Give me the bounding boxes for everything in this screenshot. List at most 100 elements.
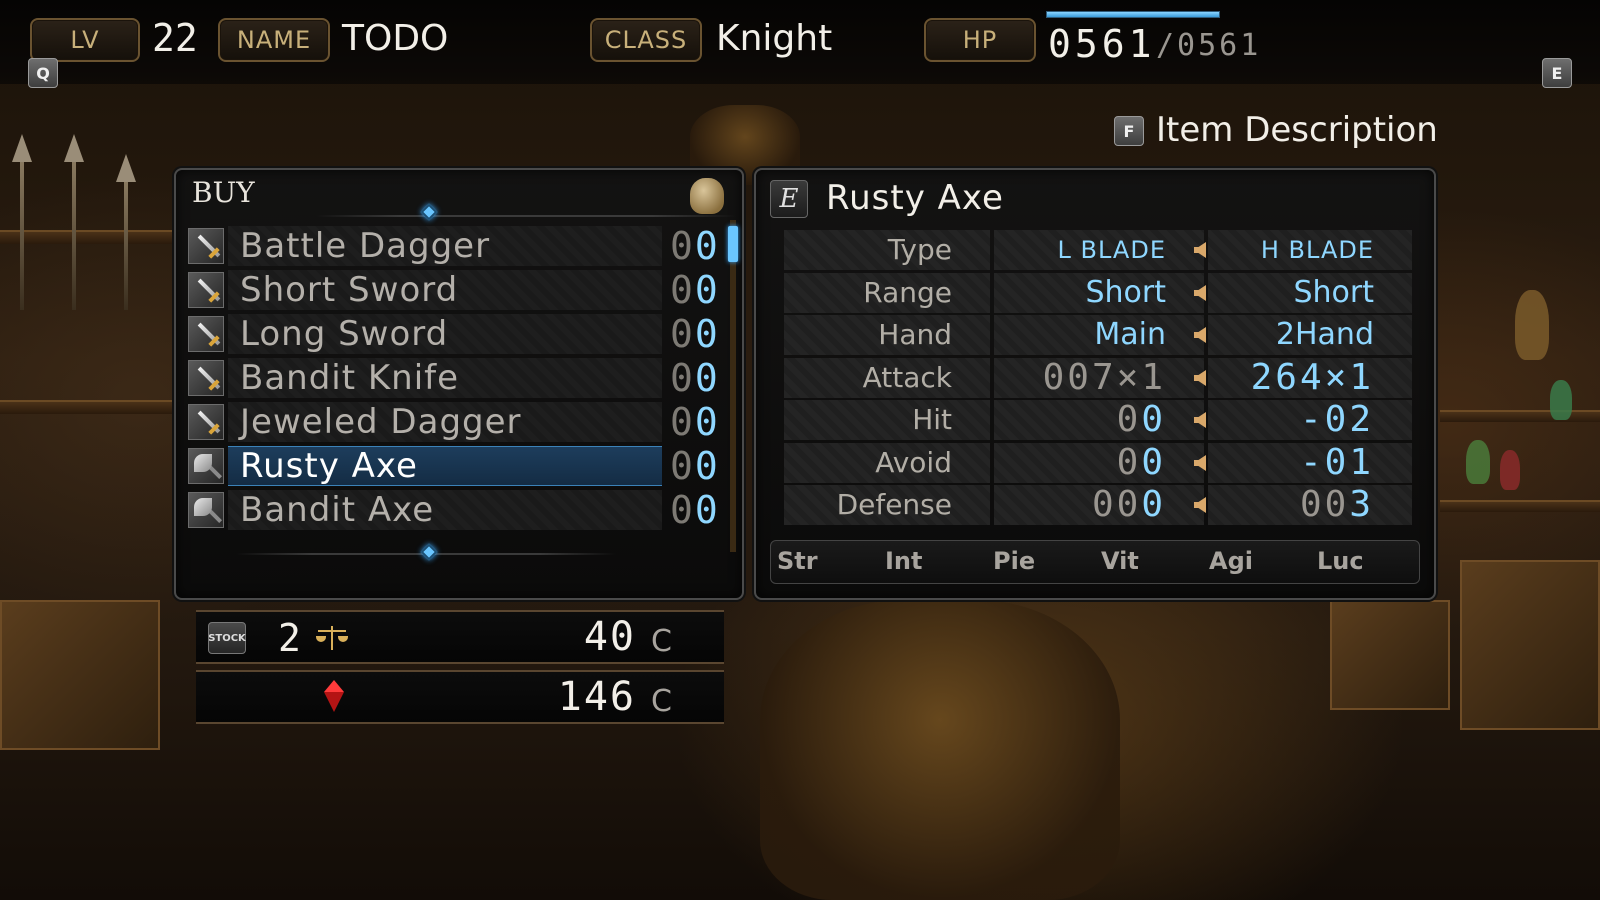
item-name: Jeweled Dagger [240, 402, 522, 442]
compare-arrow-icon [1194, 284, 1206, 301]
axe-head [194, 454, 212, 472]
item-price: 40 [583, 614, 636, 660]
attribute-int: Int [885, 547, 923, 575]
bottle [1550, 380, 1572, 420]
owned-count-digit: 0 [670, 488, 695, 532]
gem-icon [324, 680, 344, 712]
item-name: Long Sword [240, 314, 449, 354]
value-part: 007×1 [1042, 356, 1166, 398]
owned-count-digit: 0 [694, 356, 720, 400]
item-row[interactable]: Bandit Axe 00 [188, 488, 736, 532]
crate [1330, 600, 1450, 710]
stat-label: Type [784, 230, 990, 270]
q-key-button[interactable]: Q [28, 58, 58, 88]
owned-count-digit: 0 [670, 400, 695, 444]
item-description-toggle[interactable]: Item Description [1156, 110, 1438, 150]
new-value: 003 [1208, 485, 1412, 525]
owned-count-digit: 0 [694, 400, 720, 444]
item-row[interactable]: Bandit Knife 00 [188, 356, 736, 400]
value-part: -01 [1299, 441, 1374, 483]
right-shelf-lower [1440, 500, 1600, 512]
current-value: 000 [994, 485, 1204, 525]
compare-arrow-icon [1194, 242, 1206, 258]
class-value: Knight [716, 18, 833, 59]
current-value: Short [994, 272, 1204, 313]
left-shelf [0, 230, 180, 244]
attribute-agi: Agi [1209, 547, 1253, 575]
status-bar: LV 22 NAME TODO CLASS Knight HP 0561 /05… [0, 0, 1600, 88]
owned-count: 00 [670, 444, 720, 488]
owned-count-digit: 0 [670, 312, 695, 356]
stat-row: Hit 00 -02 [784, 400, 1412, 440]
value-part: 0 [1141, 484, 1166, 525]
compare-arrow-icon [1194, 327, 1206, 343]
owned-count-digit: 0 [670, 356, 695, 400]
scale-pan [338, 636, 348, 642]
knife-icon [188, 360, 224, 396]
dagger-icon [188, 228, 224, 264]
new-value: -01 [1208, 441, 1412, 483]
stat-row: Defense 000 003 [784, 485, 1412, 525]
lv-tag: LV [30, 18, 140, 62]
buy-title: BUY [192, 176, 255, 209]
stat-row: Type L BLADE H BLADE [784, 230, 1412, 270]
bottle [1500, 450, 1520, 490]
hp-max: /0561 [1156, 28, 1262, 63]
spear-rack [116, 154, 136, 310]
value-text: Main [1094, 317, 1166, 352]
axe-icon [188, 448, 224, 484]
value-part: 0 [1116, 399, 1142, 440]
e-key-button[interactable]: E [1542, 58, 1572, 88]
f-key-button[interactable]: F [1114, 116, 1144, 146]
crate [0, 600, 160, 750]
scroll-up-indicator[interactable] [420, 203, 438, 221]
attribute-bar: Str Int Pie Vit Agi Luc [770, 540, 1420, 584]
dagger-icon [188, 404, 224, 440]
crate [1460, 560, 1600, 730]
stat-label: Defense [784, 485, 990, 525]
owned-count: 00 [670, 268, 720, 312]
value-part: 0 [1141, 399, 1166, 440]
player-funds: 146 [557, 674, 636, 720]
owned-count: 00 [670, 488, 720, 532]
top-divider [316, 215, 736, 217]
item-name: Bandit Knife [240, 358, 460, 398]
new-value: Short [1208, 272, 1412, 313]
stat-row: Attack 007×1 264×1 [784, 356, 1412, 398]
owned-count-digit: 0 [694, 488, 720, 532]
owned-count: 00 [670, 400, 720, 444]
value-text: 2Hand [1275, 317, 1374, 352]
sword-icon [188, 316, 224, 352]
owned-count-digit: 0 [670, 224, 695, 268]
stat-row: Avoid 00 -01 [784, 441, 1412, 483]
attribute-vit: Vit [1101, 547, 1139, 575]
buy-panel: BUY Battle Dagger 00 Short Sword 00 Long Swo… [174, 168, 744, 600]
scroll-down-indicator[interactable] [420, 543, 438, 561]
item-row[interactable]: Short Sword 00 [188, 268, 736, 312]
right-shelf [1440, 410, 1600, 422]
compare-arrow-icon [1194, 369, 1206, 386]
bottle [1515, 290, 1549, 360]
attribute-luc: Luc [1317, 547, 1364, 575]
stat-row: Range Short Short [784, 272, 1412, 313]
item-row[interactable]: Long Sword 00 [188, 312, 736, 356]
current-value: 007×1 [994, 356, 1204, 398]
value-part: 0 [1116, 441, 1142, 483]
owned-count: 00 [670, 356, 720, 400]
equip-icon: E [770, 180, 808, 218]
hp-bar [1046, 11, 1220, 18]
sword-icon [188, 272, 224, 308]
item-title: Rusty Axe [826, 178, 1004, 218]
stat-label: Hit [784, 400, 990, 440]
attribute-str: Str [777, 547, 818, 575]
item-row[interactable]: Battle Dagger 00 [188, 224, 736, 268]
value-part: 00 [1091, 484, 1142, 525]
new-value: 2Hand [1208, 315, 1412, 355]
item-row[interactable]: Rusty Axe 00 [188, 444, 736, 488]
hp-tag: HP [924, 18, 1036, 62]
item-name: Bandit Axe [240, 490, 435, 530]
value-part: 00 [1299, 484, 1350, 525]
compare-arrow-icon [1194, 454, 1206, 471]
item-row[interactable]: Jeweled Dagger 00 [188, 400, 736, 444]
bag-icon [690, 178, 724, 214]
